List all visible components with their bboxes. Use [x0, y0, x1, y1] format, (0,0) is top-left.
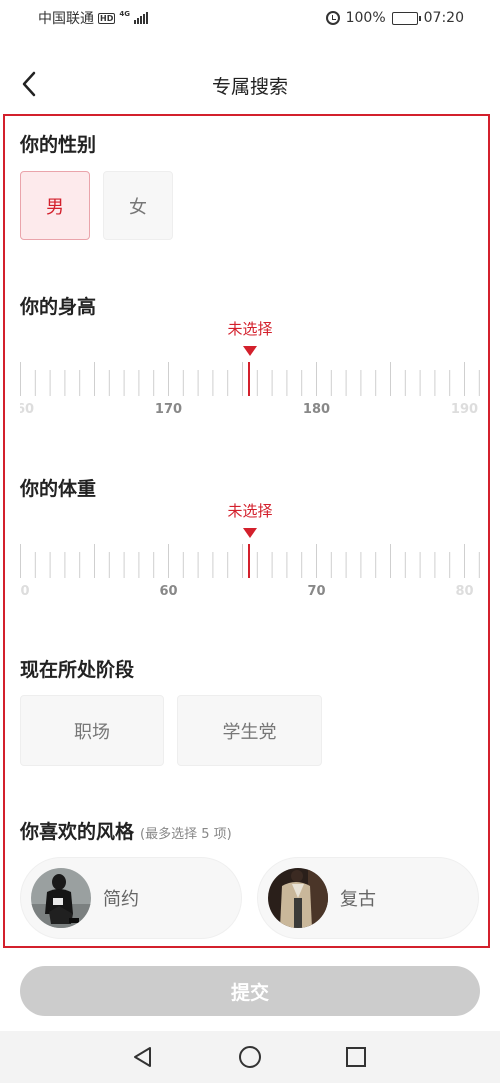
weight-ruler-tick-label: 50 [20, 584, 30, 599]
clock: 07:20 [423, 10, 464, 26]
weight-title: 你的体重 [20, 478, 97, 500]
status-bar: 中国联通 HD 4G 100% 07:20 [0, 0, 500, 36]
gender-option-male[interactable]: 男 [20, 171, 90, 240]
weight-ruler-tick-label: 60 [159, 584, 177, 599]
submit-button[interactable]: 提交 [20, 966, 480, 1016]
height-ruler[interactable]: 160 170 180 190 [20, 360, 480, 420]
status-right: 100% 07:20 [325, 10, 464, 26]
weight-pointer-icon [243, 528, 257, 538]
home-circle-icon[interactable] [238, 1045, 262, 1069]
system-nav-bar [0, 1031, 500, 1083]
recents-square-icon[interactable] [344, 1045, 368, 1069]
stage-option-workplace[interactable]: 职场 [20, 695, 164, 766]
style-simple-image [31, 868, 91, 928]
style-option-simple[interactable]: 简约 [20, 857, 242, 939]
signal-icon [133, 12, 148, 24]
height-ruler-tick-label: 180 [303, 402, 330, 417]
height-ruler-scale: 160 170 180 190 [20, 362, 480, 417]
status-left: 中国联通 HD 4G [38, 8, 148, 28]
height-pointer-icon [243, 346, 257, 356]
style-title: 你喜欢的风格 (最多选择 5 项) [20, 817, 232, 844]
carrier-name: 中国联通 [38, 11, 94, 27]
weight-ruler[interactable]: 50 60 70 80 [20, 542, 480, 602]
style-option-retro[interactable]: 复古 [257, 857, 479, 939]
height-ruler-tick-label: 190 [451, 402, 478, 417]
style-hint: (最多选择 5 项) [140, 827, 232, 842]
alarm-icon [325, 11, 340, 25]
style-title-text: 你喜欢的风格 [20, 821, 135, 843]
style-retro-image [268, 868, 328, 928]
network-type: 4G [119, 10, 130, 18]
weight-ruler-tick-label: 70 [307, 584, 325, 599]
battery-icon [391, 11, 421, 25]
weight-ruler-scale: 50 60 70 80 [20, 544, 480, 599]
style-retro-label: 复古 [340, 889, 376, 910]
gender-title: 你的性别 [20, 134, 97, 156]
stage-option-student[interactable]: 学生党 [177, 695, 322, 766]
height-ruler-tick-label: 170 [155, 402, 182, 417]
weight-status: 未选择 [227, 502, 273, 520]
weight-ruler-tick-label: 80 [455, 584, 473, 599]
header: 专属搜索 [0, 56, 500, 112]
gender-option-female[interactable]: 女 [103, 171, 173, 240]
hd-badge: HD [98, 12, 116, 24]
battery-percent: 100% [345, 10, 386, 26]
height-status: 未选择 [227, 320, 273, 338]
style-simple-label: 简约 [103, 889, 139, 910]
page-title: 专属搜索 [211, 76, 288, 98]
stage-title: 现在所处阶段 [20, 659, 135, 681]
height-title: 你的身高 [20, 296, 97, 318]
back-triangle-icon[interactable] [131, 1045, 155, 1069]
height-ruler-tick-label: 160 [20, 402, 34, 417]
